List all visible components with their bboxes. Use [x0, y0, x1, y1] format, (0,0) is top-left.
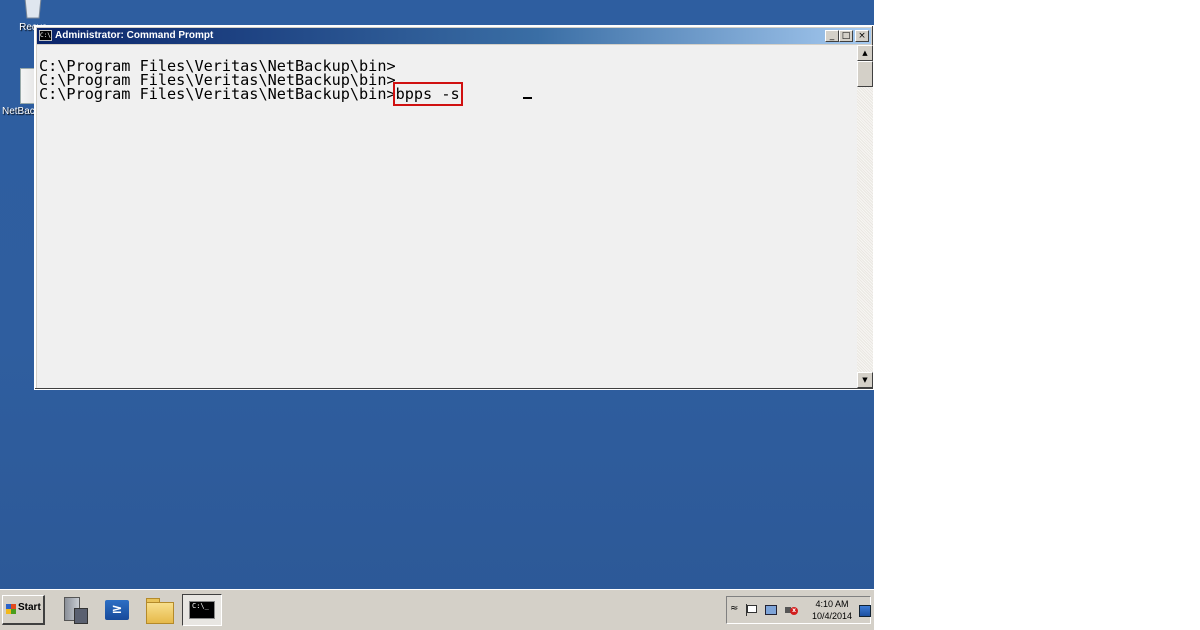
maximize-button[interactable]: □: [839, 30, 853, 42]
scroll-thumb[interactable]: [857, 61, 873, 87]
console-line: C:\Program Files\Veritas\NetBackup\bin>b…: [39, 82, 463, 106]
desktop: Recyc NetBac C:\ Administrator: Command …: [0, 0, 874, 630]
notification-area: ≈ x 4:10 AM 10/4/2014: [726, 596, 871, 624]
console-output[interactable]: C:\Program Files\Veritas\NetBackup\bin> …: [37, 45, 857, 388]
window-title: Administrator: Command Prompt: [55, 30, 214, 41]
clock-time: 4:10 AM: [815, 599, 849, 609]
scroll-up-button[interactable]: ▲: [857, 45, 873, 61]
minimize-button[interactable]: _: [825, 30, 839, 42]
network-icon[interactable]: [764, 604, 777, 616]
vertical-scrollbar[interactable]: ▲ ▼: [857, 45, 873, 388]
window-titlebar[interactable]: C:\ Administrator: Command Prompt _ □ ×: [37, 28, 871, 44]
command-prompt-icon[interactable]: C:\: [39, 30, 52, 41]
taskbar: Start ≥ C:\_ ≈ x 4:10 AM 10/4/2014: [0, 589, 874, 630]
command-prompt-window[interactable]: C:\ Administrator: Command Prompt _ □ × …: [34, 25, 874, 390]
show-hidden-icons-icon[interactable]: ≈: [730, 603, 738, 614]
start-label: Start: [18, 602, 41, 613]
windows-logo-icon: [6, 604, 16, 614]
text-cursor: [523, 97, 532, 99]
system-clock[interactable]: 4:10 AM 10/4/2014: [805, 598, 859, 622]
action-center-flag-icon[interactable]: [745, 604, 757, 616]
command-prompt-icon: C:\_: [189, 601, 215, 619]
scroll-down-button[interactable]: ▼: [857, 372, 873, 388]
console-prompt: C:\Program Files\Veritas\NetBackup\bin>: [39, 85, 396, 103]
mute-mark: x: [790, 607, 798, 615]
powershell-icon[interactable]: ≥: [102, 594, 132, 626]
start-button[interactable]: Start: [2, 595, 45, 625]
show-desktop-icon[interactable]: [859, 605, 871, 617]
taskbar-command-prompt-button[interactable]: C:\_: [182, 594, 222, 626]
volume-muted-icon[interactable]: x: [785, 604, 798, 616]
powershell-glyph: ≥: [105, 600, 129, 620]
clock-date: 10/4/2014: [811, 611, 853, 621]
explorer-folder-icon[interactable]: [144, 594, 174, 626]
close-button[interactable]: ×: [855, 30, 869, 42]
server-manager-icon[interactable]: [60, 594, 90, 626]
highlighted-command: bpps -s: [392, 82, 463, 106]
recycle-bin-icon: [20, 0, 46, 20]
